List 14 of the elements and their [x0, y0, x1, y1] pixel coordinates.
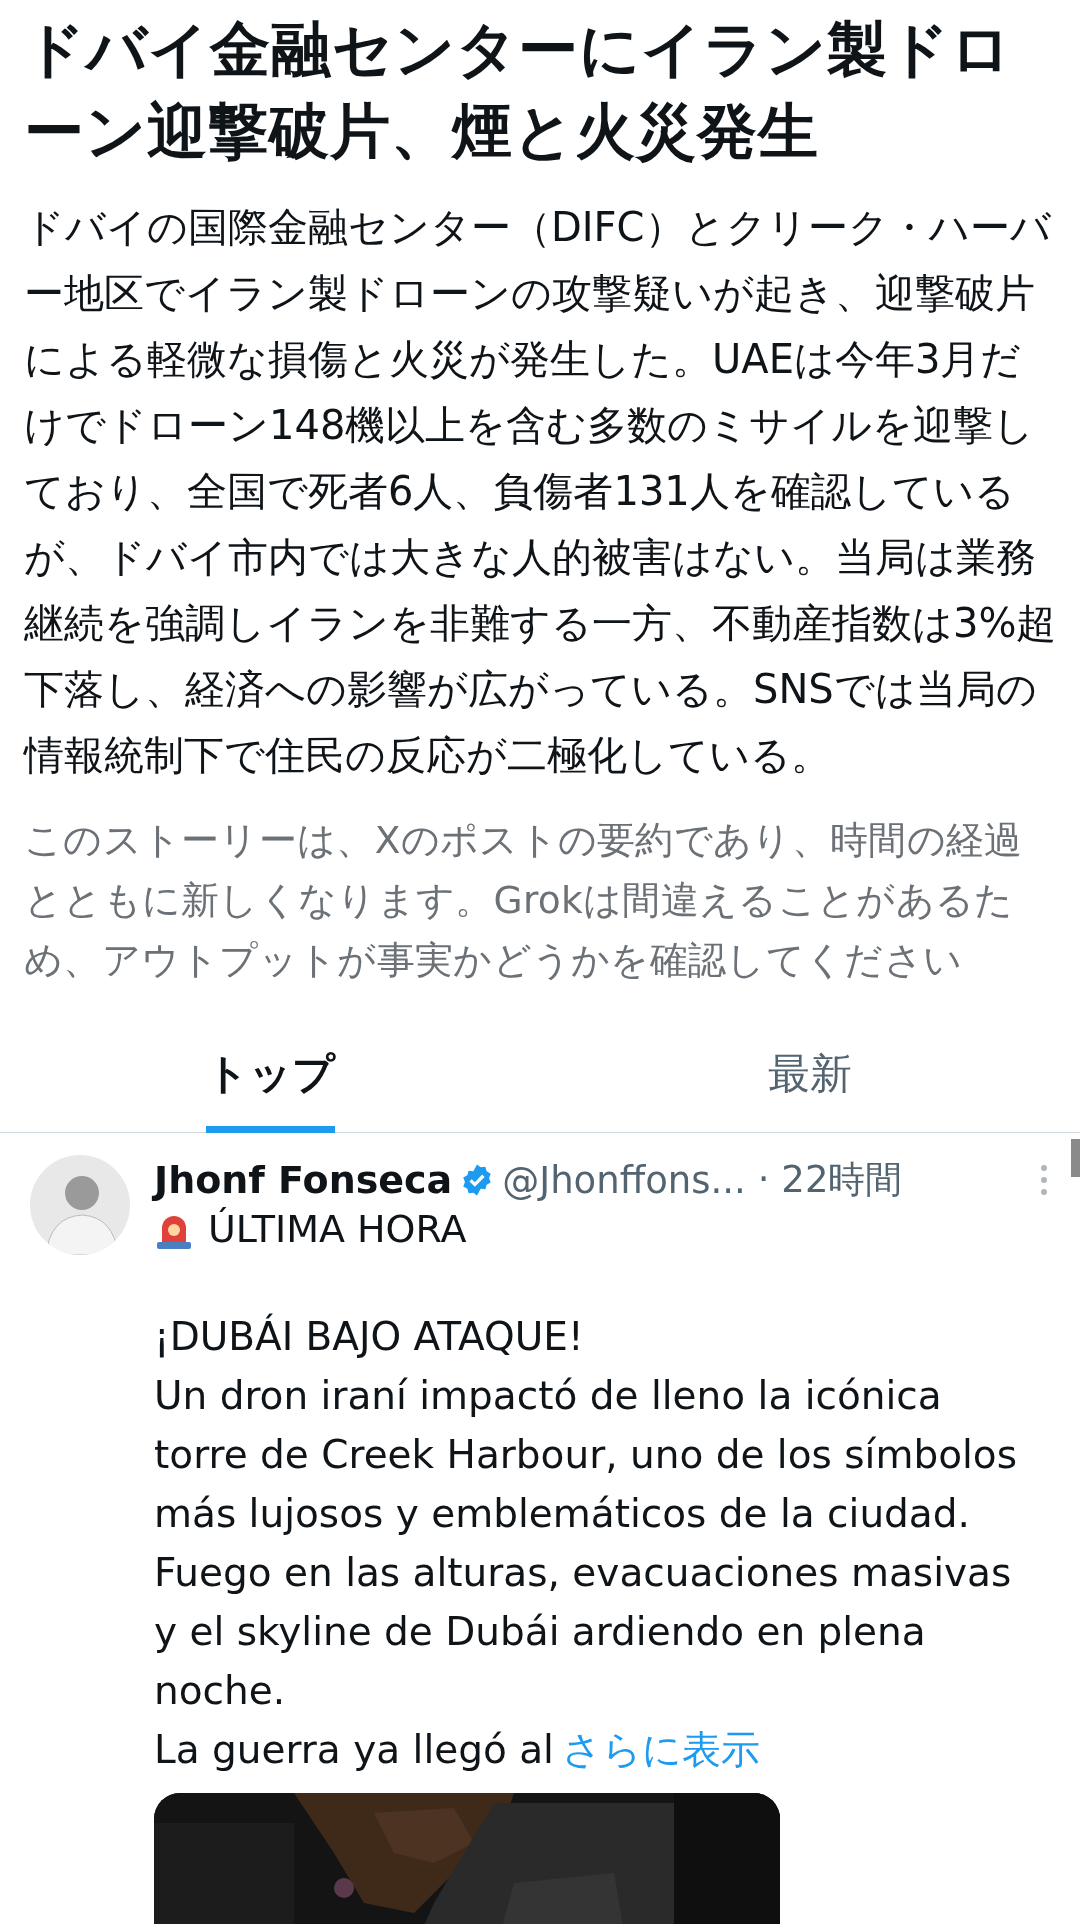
post-text: ¡DUBÁI BAJO ATAQUE!	[154, 1312, 585, 1361]
headline: ドバイ金融センターにイラン製ドローン迎撃破片、煙と火災発生	[24, 13, 1013, 168]
disclaimer-text: このストーリーは、Xのポストの要約であり、時間の経過とともに新しくなります。Grokは間違えることがあるため、アウトプットが事実かどうかを確認してください	[24, 817, 1024, 984]
post-text: Un dron iraní impactó de lleno la icónica torre de Creek Harbour, uno de los símbolos más lujosos y emblemáticos de la ciudad. Fuego en las alturas, evacuaciones masivas y el skyline de Dubái ardiendo en plena noche.	[154, 1372, 1019, 1715]
post-lead: ÚLTIMA HORA	[208, 1207, 467, 1251]
more-icon[interactable]	[1038, 1163, 1050, 1197]
author-handle[interactable]: @Jhonffons...	[502, 1158, 746, 1202]
tab[interactable]: 最新	[768, 1028, 852, 1133]
tab[interactable]: トップ	[205, 1028, 335, 1133]
scrollbar[interactable]	[1071, 1139, 1080, 1177]
author-name[interactable]: Jhonf Fonseca	[154, 1158, 453, 1202]
post-time: · 22時間	[757, 1157, 903, 1203]
summary-text: ドバイの国際金融センター（DIFC）とクリーク・ハーバー地区でイラン製ドローンの攻撃疑いが起き、迎撃破片による軽微な損傷と火災が発生した。UAEは今年3月だけでドローン148機以上を含む多数のミサイルを迎撃しており、全国で死者6人、負傷者131人を確認しているが、ドバイ市内では大きな人的被害はない。当局は業務継続を強調しイランを非難する一方、不動産指数は3%超下落し、経済への影響が広がっている。SNSでは当局の情報統制下で住民の反応が二極化している。	[24, 203, 1058, 780]
post-text: La guerra ya llegó al さらに表示	[154, 1726, 761, 1774]
